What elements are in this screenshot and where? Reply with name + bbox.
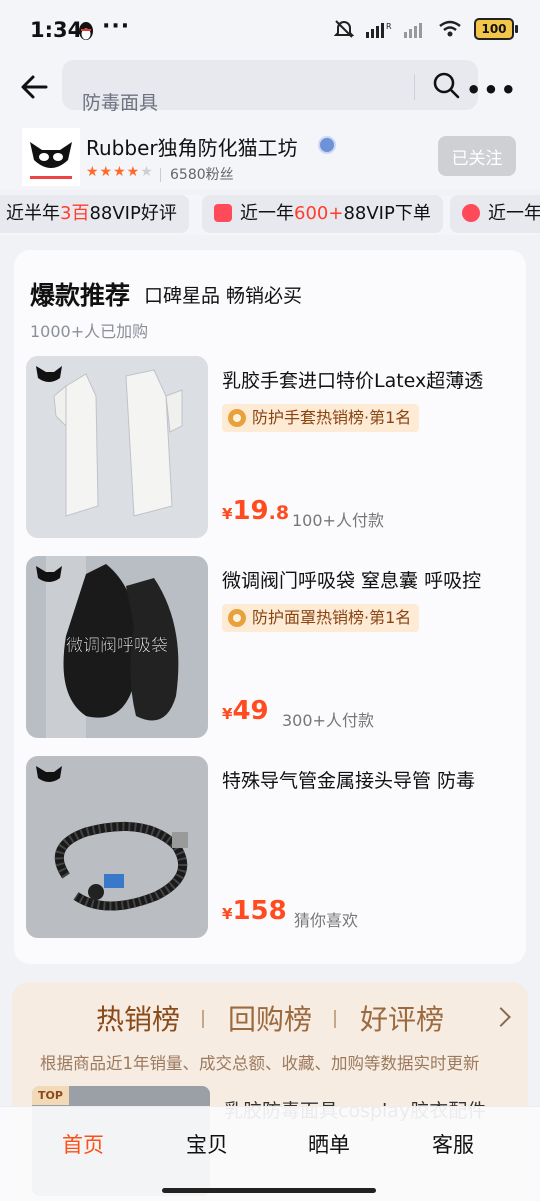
battery-icon: 100 — [474, 18, 518, 40]
bottom-nav: 首页 宝贝 晒单 客服 — [0, 1106, 540, 1201]
product-price: ¥158 — [222, 896, 287, 926]
svg-text:R: R — [386, 22, 392, 31]
status-bar: 1:34 ··· R 100 — [0, 0, 540, 62]
tag-third[interactable]: 近一年 — [450, 195, 540, 233]
user-icon — [462, 204, 480, 222]
nav-reviews[interactable]: 晒单 — [308, 1129, 350, 1159]
product-price: ¥49 — [222, 696, 269, 726]
tab-good-reviews[interactable]: 好评榜 — [360, 998, 444, 1038]
product-image-breathing-bag[interactable]: 微调阀呼吸袋 — [26, 556, 208, 738]
product-image-gloves[interactable] — [26, 356, 208, 538]
product-paid-count: 100+人付款 — [292, 511, 384, 530]
product-title: 特殊导气管金属接头导管 防毒 — [222, 770, 476, 792]
search-placeholder: 防毒面具 — [82, 92, 159, 114]
signal-2-icon — [404, 23, 422, 38]
follow-button[interactable]: 已关注 — [438, 136, 516, 176]
back-arrow-icon[interactable] — [18, 70, 52, 104]
product-item[interactable]: 特殊导气管金属接头导管 防毒 ¥158 猜你喜欢 — [26, 756, 514, 938]
hot-recommend-card: 爆款推荐 口碑星品 畅销必买 1000+人已加购 乳胶手套进口特价Latex超薄… — [14, 250, 526, 964]
tab-divider — [202, 1010, 204, 1028]
wifi-icon — [439, 20, 461, 37]
more-menu-icon[interactable]: ••• — [466, 76, 518, 104]
search-icon[interactable] — [432, 71, 460, 99]
search-divider — [414, 74, 415, 100]
status-time: 1:34 — [30, 18, 83, 42]
product-image-hose[interactable] — [26, 756, 208, 938]
medal-icon — [228, 609, 246, 627]
product-paid-count: 猜你喜欢 — [294, 911, 359, 930]
product-paid-count: 300+人付款 — [282, 711, 374, 730]
shop-rating-stars: ★★★★★ — [86, 164, 154, 180]
status-icons: R 100 — [334, 18, 518, 40]
mute-bell-icon — [334, 20, 354, 38]
shop-name[interactable]: Rubber独角防化猫工坊 — [86, 132, 298, 161]
ranking-description: 根据商品近1年销量、成交总额、收藏、加购等数据实时更新 — [40, 1054, 480, 1073]
shop-tags-row: 近半年3百88VIP好评 近一年600+88VIP下单 近一年 — [0, 195, 540, 235]
tab-repurchase[interactable]: 回购榜 — [228, 998, 312, 1038]
tab-hot-sales[interactable]: 热销榜 — [96, 998, 180, 1038]
product-item[interactable]: 乳胶手套进口特价Latex超薄透 防护手套热销榜·第1名 ¥19.8 100+人… — [26, 356, 514, 538]
product-title: 微调阀门呼吸袋 窒息囊 呼吸控 — [222, 570, 482, 592]
top-bar: 防毒面具 ••• — [0, 58, 540, 124]
more-notifications-icon: ··· — [102, 14, 131, 39]
product-image-caption: 微调阀呼吸袋 — [66, 636, 168, 656]
product-rank-badge[interactable]: 防护手套热销榜·第1名 — [222, 404, 420, 432]
verified-badge-icon — [318, 136, 336, 154]
fan-count: 6580粉丝 — [170, 167, 234, 183]
hot-added-count: 1000+人已加购 — [30, 322, 149, 341]
shopping-bag-icon — [214, 204, 232, 222]
shop-logo[interactable] — [22, 128, 80, 186]
chevron-right-icon[interactable] — [491, 1007, 511, 1027]
product-item[interactable]: 微调阀呼吸袋 微调阀门呼吸袋 窒息囊 呼吸控 防护面罩热销榜·第1名 ¥49 3… — [26, 556, 514, 738]
product-title: 乳胶手套进口特价Latex超薄透 — [222, 370, 484, 392]
nav-products[interactable]: 宝贝 — [186, 1129, 228, 1159]
tag-good-reviews[interactable]: 近半年3百88VIP好评 — [0, 195, 189, 233]
product-rank-badge[interactable]: 防护面罩热销榜·第1名 — [222, 604, 420, 632]
nav-customer-service[interactable]: 客服 — [432, 1129, 474, 1159]
product-price: ¥19.8 — [222, 496, 290, 526]
tab-divider — [334, 1010, 336, 1028]
rating-divider — [160, 168, 161, 182]
tag-vip-orders[interactable]: 近一年600+88VIP下单 — [202, 195, 443, 233]
search-input[interactable]: 防毒面具 — [62, 60, 478, 114]
hot-title: 爆款推荐 — [30, 281, 131, 310]
medal-icon — [228, 409, 246, 427]
nav-home[interactable]: 首页 — [62, 1129, 104, 1159]
signal-icon: R — [366, 22, 392, 38]
home-indicator — [162, 1188, 376, 1193]
shop-header: Rubber独角防化猫工坊 ★★★★★ 6580粉丝 已关注 — [0, 124, 540, 190]
qq-penguin-icon — [79, 22, 93, 40]
top-badge: TOP — [32, 1086, 69, 1105]
hot-subtitle: 口碑星品 畅销必买 — [144, 285, 303, 307]
